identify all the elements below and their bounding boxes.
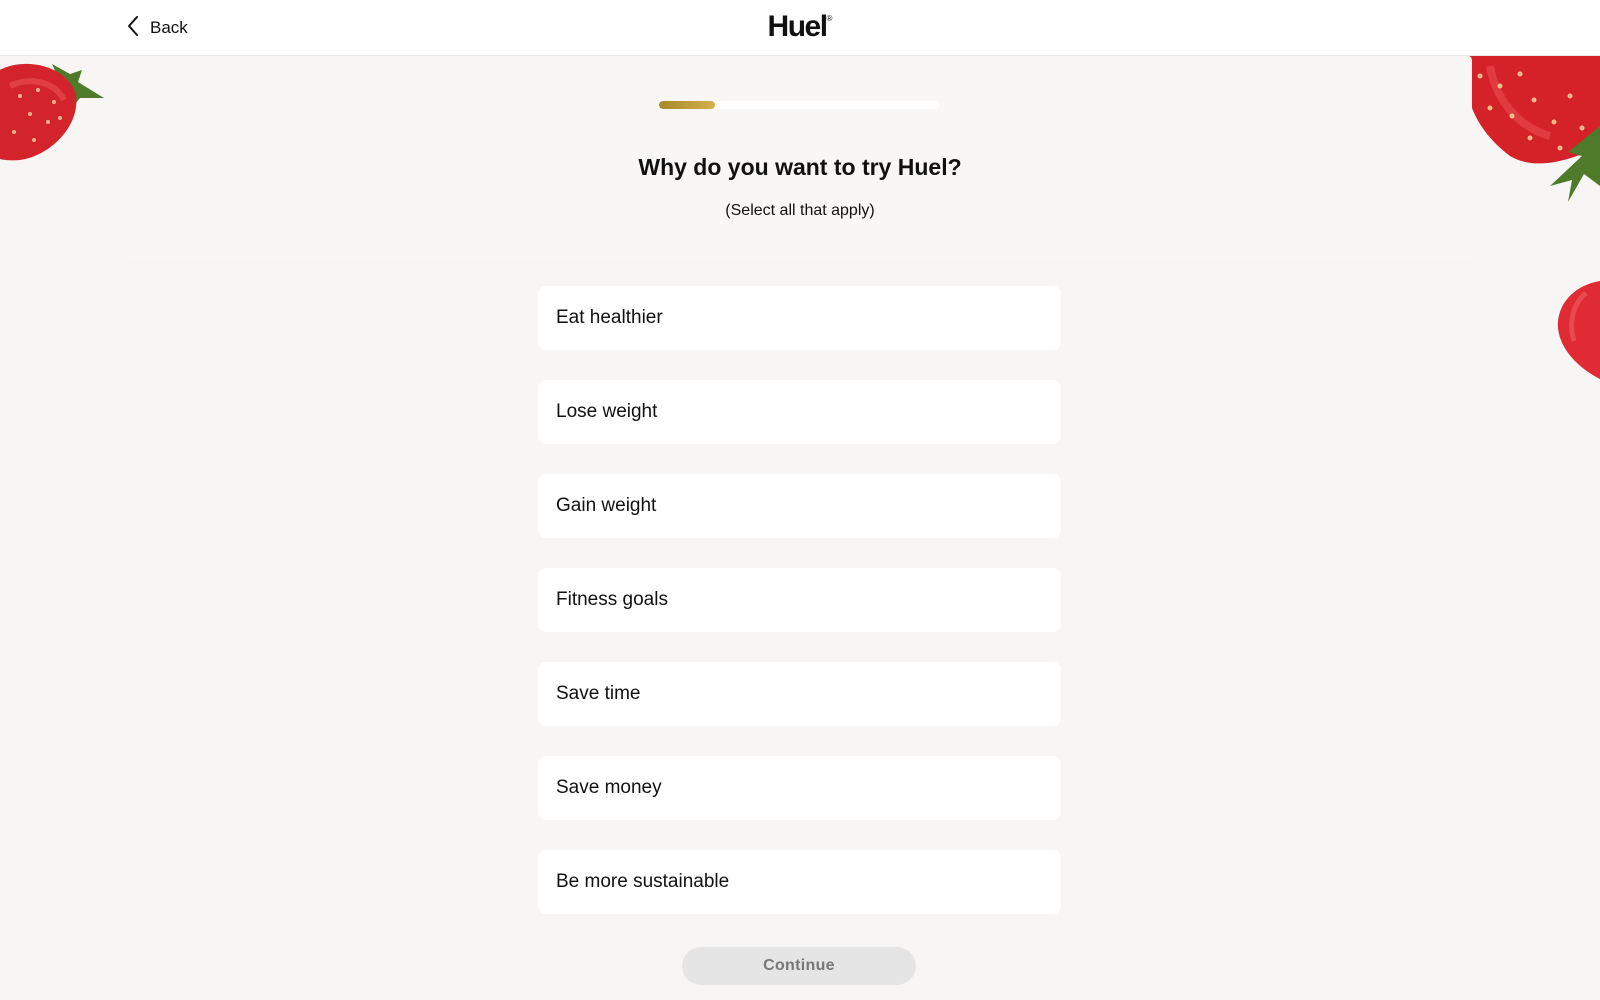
option-gain-weight[interactable]: Gain weight: [538, 474, 1061, 538]
strawberry-decoration-top-left: [0, 63, 104, 161]
progress-fill: [659, 101, 716, 109]
quiz-main: Why do you want to try Huel? (Select all…: [0, 56, 1600, 1000]
option-lose-weight[interactable]: Lose weight: [538, 380, 1061, 444]
continue-button[interactable]: Continue: [682, 947, 916, 985]
option-save-time[interactable]: Save time: [538, 662, 1061, 726]
top-bar: Back Huel®: [0, 0, 1600, 56]
options-list: Eat healthier Lose weight Gain weight Fi…: [538, 286, 1061, 944]
option-eat-healthier[interactable]: Eat healthier: [538, 286, 1061, 350]
option-save-money[interactable]: Save money: [538, 756, 1061, 820]
option-be-more-sustainable[interactable]: Be more sustainable: [538, 850, 1061, 914]
option-fitness-goals[interactable]: Fitness goals: [538, 568, 1061, 632]
progress-bar: [659, 101, 940, 109]
question-subtitle: (Select all that apply): [725, 202, 875, 219]
huel-logo[interactable]: Huel®: [0, 10, 1600, 44]
strawberry-decoration-right: [1557, 281, 1600, 379]
strawberry-decoration-top-right: [1466, 56, 1600, 202]
question-title: Why do you want to try Huel?: [638, 154, 962, 180]
